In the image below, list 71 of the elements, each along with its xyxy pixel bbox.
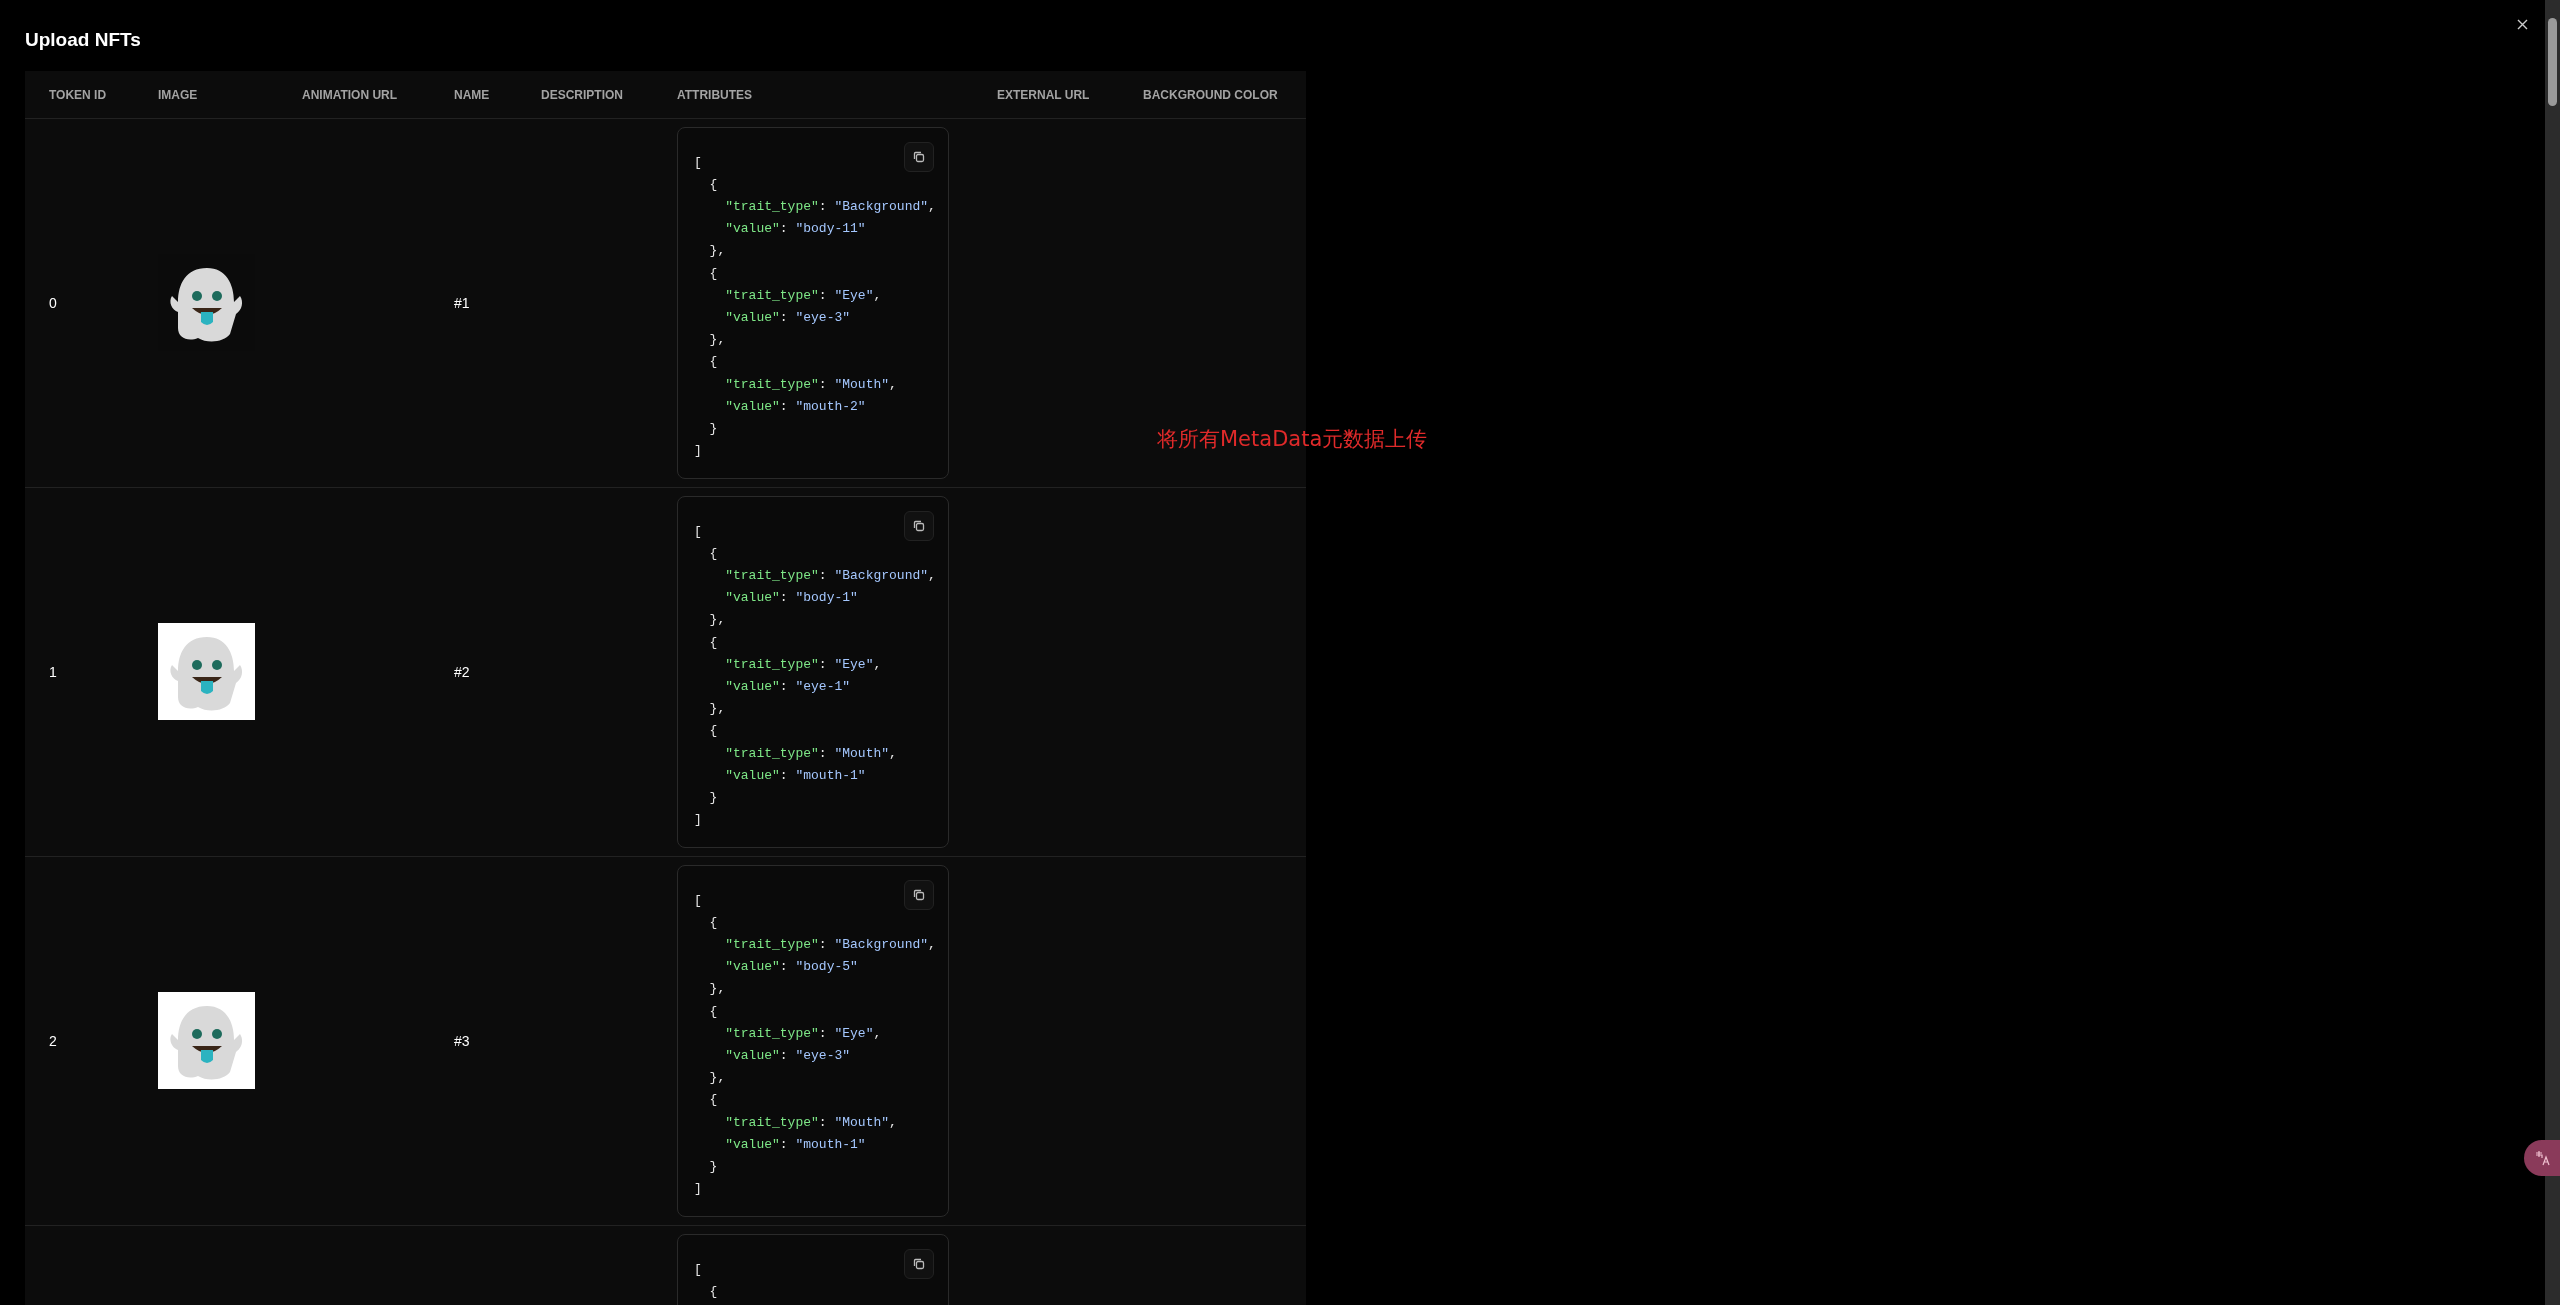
code-line: "value": "mouth-1" [724, 766, 866, 785]
token-id: 1 [49, 663, 57, 680]
code-line: "value": "eye-3" [724, 1046, 851, 1065]
column-header: TOKEN ID [49, 88, 107, 102]
code-line: } [708, 419, 718, 438]
code-line: { [708, 544, 718, 563]
code-line: { [708, 1282, 718, 1301]
close-icon [2516, 18, 2528, 30]
code-line: [ [694, 1260, 702, 1279]
column-header: EXTERNAL URL [997, 88, 1090, 102]
column-header: NAME [454, 88, 490, 102]
code-line: [ [694, 891, 702, 910]
copy-button[interactable] [904, 141, 934, 172]
code-line: "trait_type": "Background", [724, 935, 936, 954]
column-header: IMAGE [158, 88, 198, 102]
code-line: [ [694, 522, 702, 541]
code-line: }, [708, 611, 726, 630]
nft-name: #3 [454, 1032, 470, 1049]
copy-icon [913, 519, 925, 532]
nft-name: #2 [454, 663, 470, 680]
code-line: "trait_type": "Eye", [724, 1024, 882, 1043]
code-line: "value": "eye-1" [724, 677, 851, 696]
annotation-text: 将所有MetaData元数据上传 [1157, 426, 1428, 453]
copy-icon [913, 888, 925, 901]
nft-name: #1 [454, 294, 470, 311]
code-line: [ [694, 153, 702, 172]
code-line: { [708, 1091, 718, 1110]
copy-icon [913, 1257, 925, 1270]
code-line: { [708, 175, 718, 194]
code-line: "value": "body-1" [724, 589, 858, 608]
code-line: "value": "mouth-2" [724, 397, 866, 416]
token-id: 0 [49, 294, 57, 311]
column-header: ANIMATION URL [302, 88, 398, 102]
code-line: "value": "body-5" [724, 958, 858, 977]
code-line: { [708, 353, 718, 372]
code-line: "value": "body-11" [724, 220, 866, 239]
code-line: "trait_type": "Mouth", [724, 1113, 897, 1132]
token-id: 2 [49, 1032, 57, 1049]
code-line: "trait_type": "Eye", [724, 286, 882, 305]
copy-icon [913, 150, 925, 163]
code-line: "value": "mouth-1" [724, 1135, 866, 1154]
code-line: "value": "eye-3" [724, 308, 851, 327]
code-line: "trait_type": "Eye", [724, 655, 882, 674]
copy-button[interactable] [904, 1248, 934, 1279]
column-header: ATTRIBUTES [677, 88, 753, 102]
code-line: { [708, 633, 718, 652]
column-header: BACKGROUND COLOR [1143, 88, 1278, 102]
code-line: "trait_type": "Mouth", [724, 744, 897, 763]
code-line: { [708, 264, 718, 283]
code-line: }, [708, 700, 726, 719]
code-line: } [708, 788, 718, 807]
code-line: } [708, 1157, 718, 1176]
code-line: }, [708, 1069, 726, 1088]
copy-button[interactable] [904, 510, 934, 541]
copy-button[interactable] [904, 879, 934, 910]
code-line: { [708, 1002, 718, 1021]
code-line: "trait_type": "Background", [724, 566, 936, 585]
code-line: }, [708, 242, 726, 261]
code-line: }, [708, 331, 726, 350]
code-line: ] [694, 442, 702, 461]
translate-icon[interactable] [2524, 1140, 2560, 1176]
column-header: DESCRIPTION [541, 88, 623, 102]
code-line: "trait_type": "Mouth", [724, 375, 897, 394]
code-line: { [708, 913, 718, 932]
code-line: ] [694, 1180, 702, 1199]
scrollbar[interactable] [2545, 0, 2560, 1305]
dialog-title: Upload NFTs [25, 28, 141, 52]
code-line: }, [708, 980, 726, 999]
code-line: ] [694, 811, 702, 830]
code-line: "trait_type": "Background", [724, 197, 936, 216]
code-line: { [708, 722, 718, 741]
